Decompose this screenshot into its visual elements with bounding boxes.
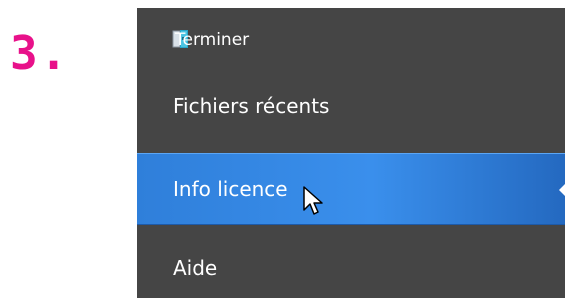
menu-item-label: Fichiers récents xyxy=(173,94,330,118)
menu-item-label: Info licence xyxy=(173,177,288,201)
menu-item-fichiers-recents[interactable]: Fichiers récents xyxy=(137,86,565,126)
menu-item-info-licence[interactable]: Info licence xyxy=(137,153,565,225)
menu-item-label: Aide xyxy=(173,256,218,280)
step-number: 3. xyxy=(10,26,70,80)
mouse-pointer-icon xyxy=(303,186,323,215)
menu-item-aide[interactable]: Aide xyxy=(137,248,565,288)
menu-item-label: Terminer xyxy=(175,30,250,50)
file-menu: Terminer Fichiers récents Info licence A… xyxy=(137,8,565,298)
submenu-arrow-icon xyxy=(559,184,565,196)
menu-item-terminer[interactable]: Terminer xyxy=(137,22,565,58)
